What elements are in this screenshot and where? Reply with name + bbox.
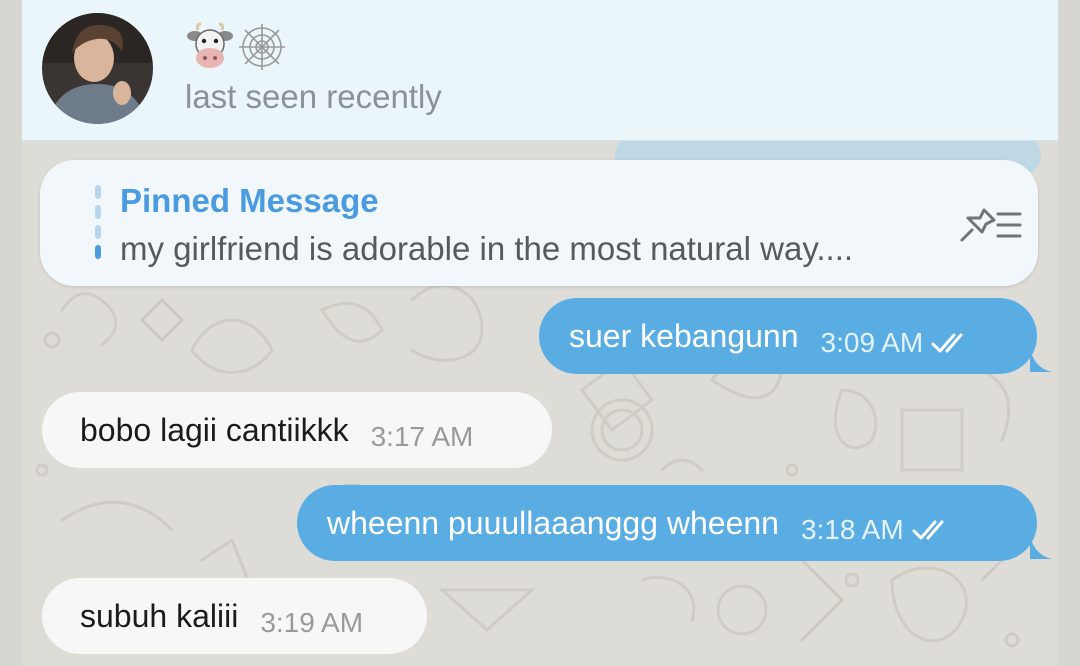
pinned-list-icon[interactable] bbox=[956, 204, 1026, 244]
message-bubble-incoming[interactable]: bobo lagii cantiikkk 3:17 AM bbox=[42, 392, 552, 468]
pinned-position-indicator bbox=[95, 185, 101, 261]
last-seen-status: last seen recently bbox=[185, 78, 442, 115]
spider-web-icon bbox=[237, 22, 287, 72]
pinned-text: my girlfriend is adorable in the most na… bbox=[120, 230, 854, 267]
message-time: 3:17 AM bbox=[370, 421, 474, 452]
read-checkmarks-icon bbox=[912, 520, 944, 540]
message-text: subuh kaliii bbox=[80, 597, 239, 634]
pinned-title: Pinned Message bbox=[120, 182, 379, 219]
message-bubble-incoming[interactable]: subuh kaliii 3:19 AM bbox=[42, 578, 427, 654]
bubble-tail bbox=[1030, 535, 1052, 559]
chat-window: last seen recently Pinned Message my gir… bbox=[22, 0, 1058, 666]
message-text: wheenn puuullaaanggg wheenn bbox=[327, 504, 779, 541]
avatar-photo bbox=[42, 13, 153, 124]
cow-face-icon bbox=[185, 22, 235, 72]
message-text: suer kebangunn bbox=[569, 317, 799, 354]
chat-header[interactable]: last seen recently bbox=[22, 0, 1058, 141]
name-emojis bbox=[185, 22, 287, 72]
read-checkmarks-icon bbox=[931, 333, 963, 353]
message-bubble-outgoing[interactable]: suer kebangunn 3:09 AM bbox=[539, 298, 1037, 374]
pinned-message-bar[interactable]: Pinned Message my girlfriend is adorable… bbox=[40, 160, 1038, 286]
bubble-tail bbox=[1030, 348, 1052, 372]
message-bubble-outgoing[interactable]: wheenn puuullaaanggg wheenn 3:18 AM bbox=[297, 485, 1037, 561]
avatar[interactable] bbox=[42, 13, 153, 124]
message-time: 3:09 AM bbox=[820, 327, 924, 358]
message-text: bobo lagii cantiikkk bbox=[80, 411, 349, 448]
message-time: 3:19 AM bbox=[260, 607, 364, 638]
message-time: 3:18 AM bbox=[800, 514, 904, 545]
